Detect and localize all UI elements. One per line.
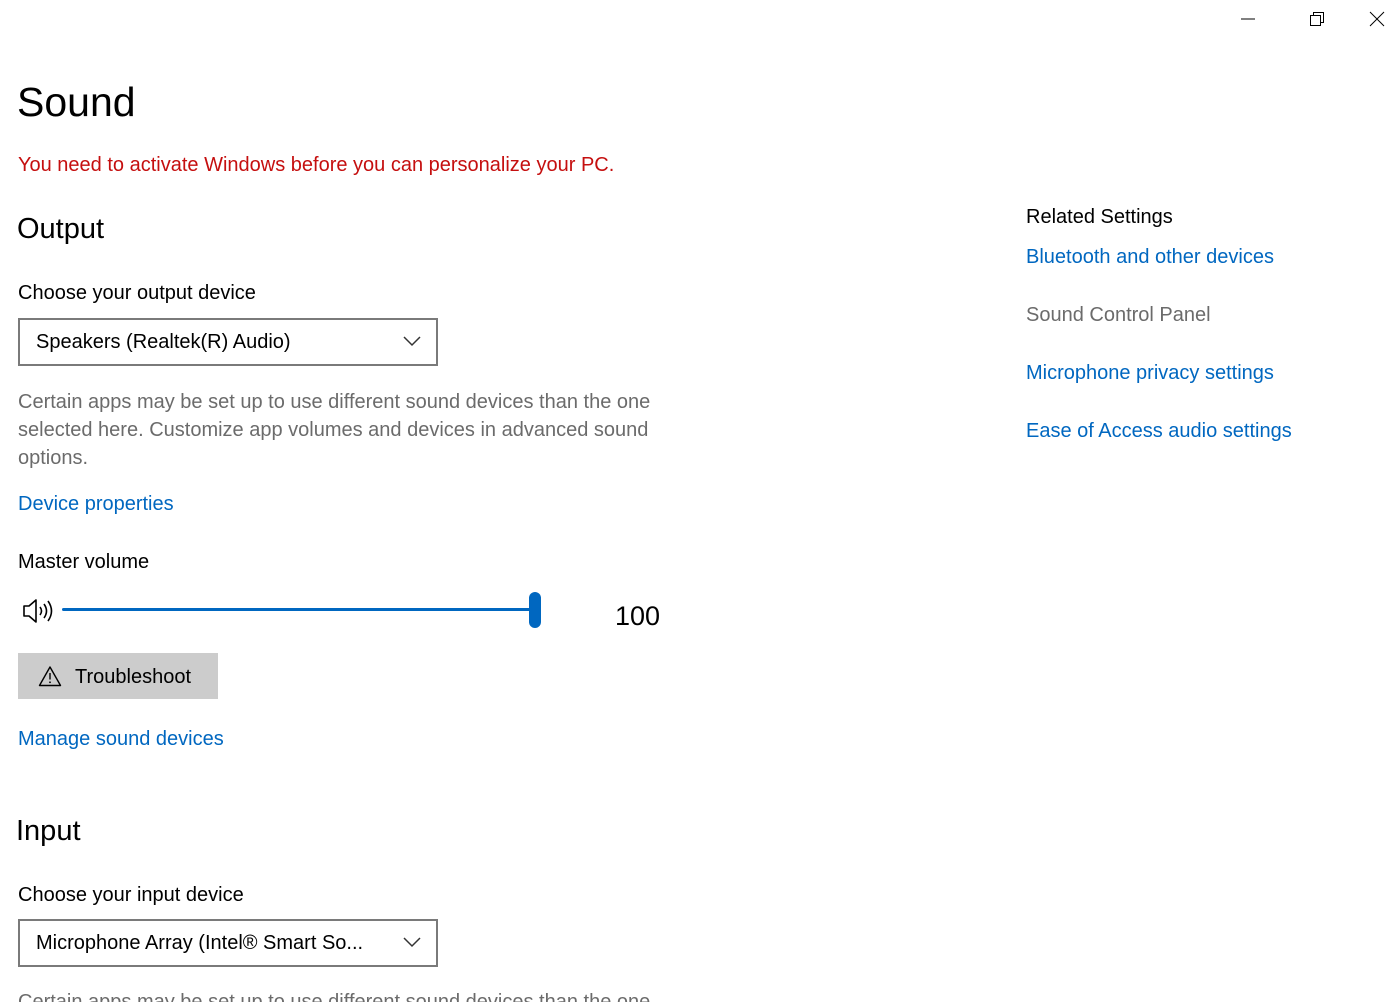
- restore-icon: [1310, 12, 1324, 26]
- related-settings-title: Related Settings: [1026, 206, 1173, 228]
- troubleshoot-button[interactable]: Troubleshoot: [18, 653, 218, 699]
- minimize-button[interactable]: [1225, 0, 1271, 38]
- input-device-label: Choose your input device: [18, 884, 244, 906]
- output-device-dropdown[interactable]: Speakers (Realtek(R) Audio): [18, 318, 438, 366]
- microphone-privacy-link[interactable]: Microphone privacy settings: [1026, 359, 1274, 387]
- master-volume-track[interactable]: [62, 608, 536, 611]
- bluetooth-devices-link[interactable]: Bluetooth and other devices: [1026, 243, 1274, 271]
- master-volume-value: 100: [615, 601, 661, 631]
- device-properties-link[interactable]: Device properties: [18, 490, 174, 518]
- page-title: Sound: [17, 79, 136, 125]
- troubleshoot-label: Troubleshoot: [75, 666, 191, 688]
- output-device-selected: Speakers (Realtek(R) Audio): [36, 331, 291, 353]
- warning-icon: [38, 666, 62, 687]
- input-device-dropdown[interactable]: Microphone Array (Intel® Smart So...: [18, 919, 438, 967]
- input-device-selected: Microphone Array (Intel® Smart So...: [36, 932, 364, 954]
- activation-notice: You need to activate Windows before you …: [18, 154, 615, 176]
- speaker-icon[interactable]: [22, 596, 56, 626]
- output-description: Certain apps may be set up to use differ…: [18, 391, 651, 469]
- master-volume-label: Master volume: [18, 551, 150, 573]
- close-icon: [1369, 11, 1385, 27]
- output-device-label: Choose your output device: [18, 282, 256, 304]
- close-button[interactable]: [1362, 0, 1392, 38]
- input-description: Certain apps may be set up to use differ…: [18, 991, 651, 1002]
- input-heading: Input: [16, 815, 81, 847]
- output-heading: Output: [17, 213, 105, 245]
- sound-control-panel-link: Sound Control Panel: [1026, 304, 1211, 326]
- chevron-down-icon: [403, 336, 421, 347]
- chevron-down-icon: [403, 937, 421, 948]
- manage-sound-devices-link[interactable]: Manage sound devices: [18, 725, 224, 753]
- master-volume-thumb[interactable]: [529, 592, 541, 628]
- minimize-icon: [1241, 18, 1255, 20]
- ease-of-access-audio-link[interactable]: Ease of Access audio settings: [1026, 417, 1292, 445]
- restore-button[interactable]: [1294, 0, 1340, 38]
